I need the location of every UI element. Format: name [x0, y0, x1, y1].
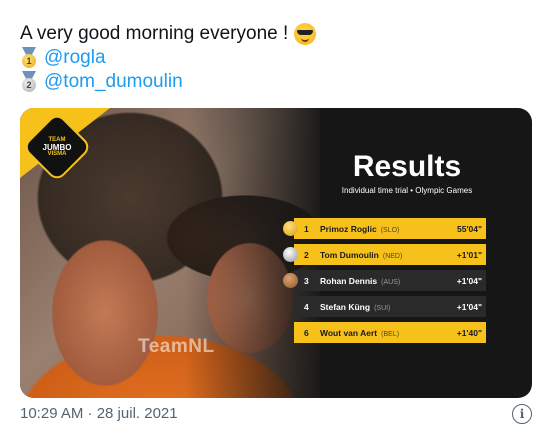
results-subtitle: Individual time trial • Olympic Games [341, 186, 473, 195]
tweet-text: A very good morning everyone ! 1 @rogla … [20, 22, 317, 94]
silver-medal-icon: 2 [20, 71, 38, 93]
result-rider: Stefan Küng (SUI) [320, 301, 391, 312]
result-rider: Tom Dumoulin (NED) [320, 249, 403, 260]
mention-link-rogla[interactable]: @rogla [44, 46, 106, 70]
result-position: 1 [304, 223, 309, 234]
mention-link-tom-dumoulin[interactable]: @tom_dumoulin [44, 70, 183, 94]
result-rider: Primoz Roglic (SLO) [320, 223, 400, 234]
greeting-text: A very good morning everyone ! [20, 23, 289, 44]
result-time: +1'04" [456, 275, 482, 286]
tweet-line-greeting: A very good morning everyone ! [20, 22, 317, 46]
silver-medal-icon [283, 247, 298, 262]
result-rider: Wout van Aert (BEL) [320, 327, 400, 338]
tweet-timestamp[interactable]: 10:29 AM · 28 juil. 2021 [20, 405, 178, 422]
result-time: 55'04" [457, 223, 482, 234]
result-position: 4 [304, 301, 309, 312]
result-time: +1'04" [456, 301, 482, 312]
tweet-line-mention-2: 2 @tom_dumoulin [20, 70, 316, 94]
result-time: +1'01" [456, 249, 482, 260]
team-logo-text: TEAM JUMBO VISMA [42, 136, 72, 157]
media-card[interactable]: TeamNL TEAM JUMBO VISMA Results Individu… [20, 108, 532, 398]
result-time: +1'40" [456, 327, 482, 338]
result-position: 3 [304, 275, 309, 286]
results-title: Results [352, 150, 462, 183]
gold-medal-icon [283, 221, 298, 236]
result-row: 6 Wout van Aert (BEL) +1'40" [282, 322, 532, 343]
tweet-line-mention-1: 1 @rogla [20, 46, 316, 70]
result-position: 2 [304, 249, 309, 260]
bronze-medal-icon [283, 273, 298, 288]
result-rider: Rohan Dennis (AUS) [320, 275, 401, 286]
results-table: 1 Primoz Roglic (SLO) 55'04" 2 Tom Dumoul… [282, 218, 532, 348]
info-icon[interactable]: i [512, 404, 532, 424]
result-row: 2 Tom Dumoulin (NED) +1'01" [282, 244, 532, 265]
result-position: 6 [304, 327, 309, 338]
results-panel: Results Individual time trial • Olympic … [282, 150, 532, 343]
gold-medal-icon: 1 [20, 47, 38, 69]
sunglasses-smiley-icon [294, 22, 317, 46]
result-row: 4 Stefan Küng (SUI) +1'04" [282, 296, 532, 317]
jersey-text: TeamNL [138, 336, 215, 357]
result-row: 1 Primoz Roglic (SLO) 55'04" [282, 218, 532, 239]
result-row: 3 Rohan Dennis (AUS) +1'04" [282, 270, 532, 291]
